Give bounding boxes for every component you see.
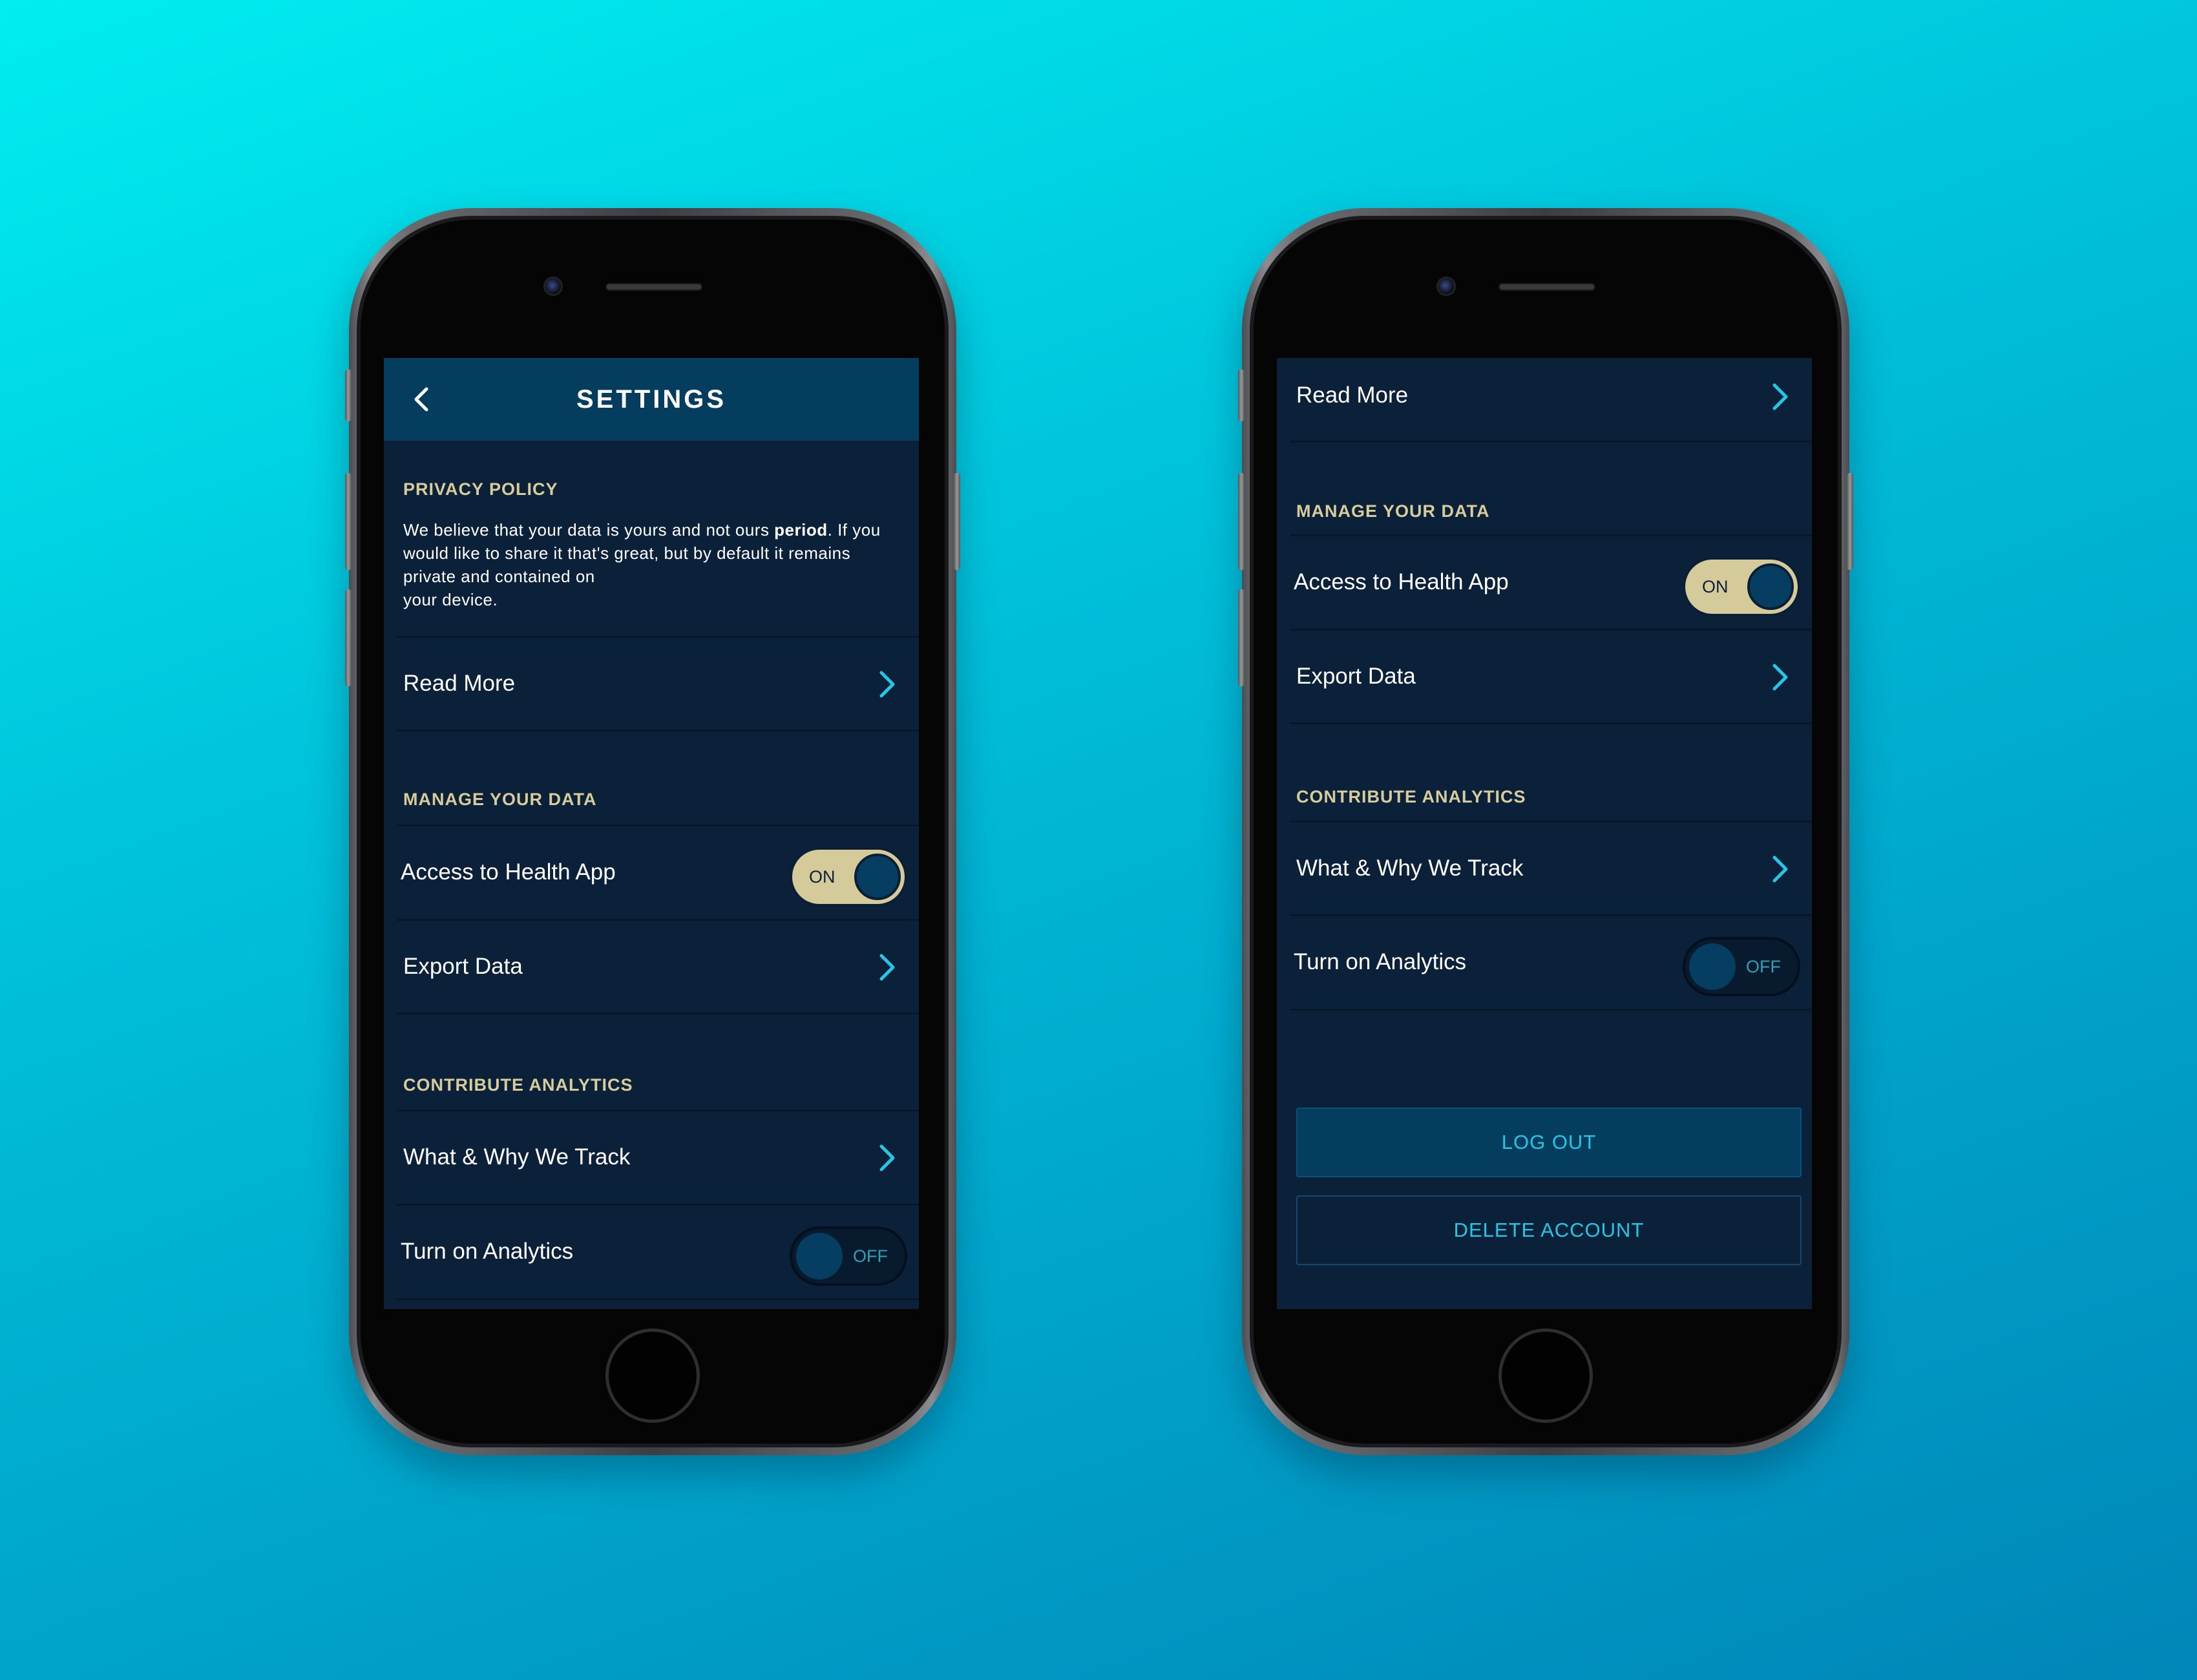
divider — [397, 1298, 919, 1300]
home-button[interactable] — [605, 1328, 700, 1423]
mute-switch — [1238, 370, 1245, 421]
privacy-policy-text: We believe that your data is yours and n… — [403, 518, 907, 611]
log-out-button[interactable]: LOG OUT — [1296, 1108, 1802, 1177]
toggle-state-label: OFF — [853, 1246, 888, 1266]
read-more-row[interactable]: Read More — [1277, 358, 1812, 450]
page-title: SETTINGS — [576, 385, 727, 414]
home-button[interactable] — [1498, 1328, 1593, 1423]
privacy-text-bold: period — [774, 520, 828, 540]
divider — [397, 730, 919, 731]
toggle-state-label: ON — [1702, 577, 1729, 596]
toggle-knob — [1747, 563, 1794, 610]
toggle-knob — [796, 1233, 843, 1279]
chevron-right-icon — [1772, 383, 1788, 410]
export-data-label: Export Data — [403, 954, 523, 979]
toggle-knob — [1689, 943, 1736, 990]
front-camera — [1436, 277, 1456, 296]
chevron-right-icon — [879, 1144, 895, 1171]
chevron-right-icon — [879, 671, 895, 698]
divider — [397, 1013, 919, 1014]
analytics-header: CONTRIBUTE ANALYTICS — [1296, 787, 1526, 806]
health-app-row: Access to Health App ON — [384, 826, 919, 918]
chevron-right-icon — [1772, 856, 1788, 883]
export-data-row[interactable]: Export Data — [384, 921, 919, 1013]
divider — [1290, 441, 1812, 443]
analytics-toggle[interactable]: OFF — [1683, 937, 1800, 996]
manage-data-header: MANAGE YOUR DATA — [1296, 501, 1490, 521]
what-why-track-label: What & Why We Track — [403, 1144, 631, 1170]
divider — [1290, 1009, 1812, 1011]
analytics-header: CONTRIBUTE ANALYTICS — [403, 1075, 633, 1095]
what-why-track-label: What & Why We Track — [1296, 856, 1524, 881]
volume-up-button — [345, 473, 352, 570]
health-app-toggle[interactable]: ON — [1683, 557, 1800, 616]
export-data-row[interactable]: Export Data — [1277, 631, 1812, 722]
read-more-label: Read More — [1296, 383, 1409, 408]
earpiece-speaker — [1498, 283, 1595, 291]
settings-screen-scrolled: Read More MANAGE YOUR DATA Access to Hea… — [1277, 358, 1812, 1309]
privacy-text-part3: your device. — [403, 590, 498, 609]
volume-up-button — [1238, 473, 1245, 570]
manage-data-header: MANAGE YOUR DATA — [403, 790, 597, 809]
volume-down-button — [1238, 589, 1245, 686]
what-why-track-row[interactable]: What & Why We Track — [1277, 823, 1812, 914]
analytics-label: Turn on Analytics — [1294, 949, 1467, 974]
read-more-row[interactable]: Read More — [384, 638, 919, 730]
health-app-label: Access to Health App — [1294, 569, 1509, 594]
analytics-row: Turn on Analytics OFF — [1277, 916, 1812, 1008]
phone-left: SETTINGS PRIVACY POLICY We believe that … — [345, 208, 960, 1455]
chevron-right-icon — [1772, 664, 1788, 691]
chevron-right-icon — [879, 954, 895, 981]
export-data-label: Export Data — [1296, 664, 1416, 689]
analytics-label: Turn on Analytics — [401, 1239, 574, 1264]
earpiece-speaker — [605, 283, 702, 291]
power-button — [1847, 473, 1853, 570]
front-camera — [543, 277, 563, 296]
toggle-state-label: ON — [809, 867, 836, 887]
what-why-track-row[interactable]: What & Why We Track — [384, 1111, 919, 1203]
privacy-policy-header: PRIVACY POLICY — [403, 479, 558, 499]
delete-account-button[interactable]: DELETE ACCOUNT — [1296, 1195, 1802, 1265]
analytics-row: Turn on Analytics OFF — [384, 1206, 919, 1297]
health-app-label: Access to Health App — [401, 859, 616, 885]
analytics-toggle[interactable]: OFF — [790, 1226, 907, 1286]
health-app-toggle[interactable]: ON — [790, 847, 907, 907]
privacy-text-part1: We believe that your data is yours and n… — [403, 520, 775, 540]
phone-right: Read More MANAGE YOUR DATA Access to Hea… — [1238, 208, 1853, 1455]
toggle-knob — [854, 854, 901, 900]
power-button — [954, 473, 960, 570]
mute-switch — [345, 370, 352, 421]
read-more-label: Read More — [403, 671, 516, 696]
divider — [1290, 722, 1812, 724]
settings-screen: SETTINGS PRIVACY POLICY We believe that … — [384, 358, 919, 1309]
volume-down-button — [345, 589, 352, 686]
toggle-state-label: OFF — [1746, 957, 1781, 976]
health-app-row: Access to Health App ON — [1277, 536, 1812, 628]
navbar: SETTINGS — [384, 358, 919, 441]
